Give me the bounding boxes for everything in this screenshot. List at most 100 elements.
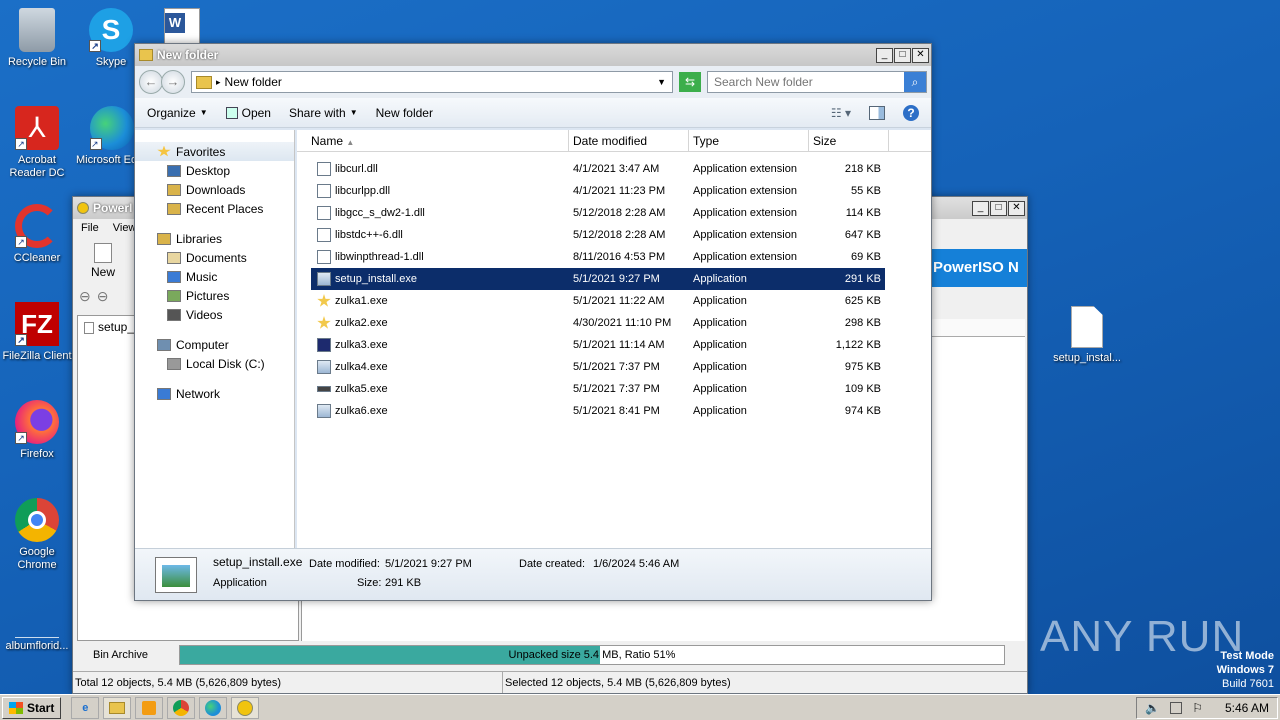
dll-file-icon xyxy=(317,228,331,242)
taskbar-poweriso-icon[interactable] xyxy=(231,696,260,719)
share-with-button[interactable]: Share with ▼ xyxy=(289,106,358,120)
maximize-button[interactable]: □ xyxy=(894,47,911,63)
taskbar-explorer-icon[interactable] xyxy=(103,696,132,719)
nav-item-documents[interactable]: Documents xyxy=(135,248,294,267)
desktop-icon-acrobat[interactable]: ⅄ ↗ Acrobat Reader DC xyxy=(0,106,74,180)
file-row[interactable]: setup_install.exe 5/1/2021 9:27 PM Applica… xyxy=(311,268,885,290)
nav-item-recent-places[interactable]: Recent Places xyxy=(135,199,294,218)
desktop-icon-firefox[interactable]: ↗ Firefox xyxy=(0,400,74,461)
desktop-icon-setup[interactable]: setup_instal... xyxy=(1048,306,1126,365)
menu-file[interactable]: File xyxy=(81,219,99,237)
search-input[interactable] xyxy=(708,75,904,89)
new-button[interactable]: New xyxy=(87,243,119,279)
network-icon xyxy=(157,387,171,400)
breadcrumb-chevron-icon[interactable]: ▸ xyxy=(216,77,221,88)
preview-pane-icon[interactable] xyxy=(869,105,885,120)
file-date-cell: 4/1/2021 11:23 PM xyxy=(573,185,666,197)
music-icon xyxy=(167,270,181,283)
downloads-icon xyxy=(167,183,181,196)
back-icon[interactable]: ⊖ xyxy=(79,288,91,305)
column-type[interactable]: Type xyxy=(689,130,809,151)
nav-item-videos[interactable]: Videos xyxy=(135,305,294,324)
volume-icon[interactable]: 🔈 xyxy=(1145,701,1160,715)
nav-item-network[interactable]: Network xyxy=(135,384,294,403)
views-icon[interactable]: ☷ ▾ xyxy=(831,106,851,120)
column-date[interactable]: Date modified xyxy=(569,130,689,151)
file-row[interactable]: zulka2.exe 4/30/2021 11:10 PM Application 2… xyxy=(311,312,885,334)
forward-button[interactable]: → xyxy=(161,70,185,94)
file-name-cell: zulka3.exe xyxy=(311,338,569,352)
desktop-icon-label: FileZilla Client xyxy=(2,350,72,362)
file-row[interactable]: libwinpthread-1.dll 8/11/2016 4:53 PM Appl… xyxy=(311,246,885,268)
file-row[interactable]: zulka1.exe 5/1/2021 11:22 AM Application 62… xyxy=(311,290,885,312)
start-button[interactable]: Start xyxy=(2,696,62,719)
nav-item-desktop[interactable]: Desktop xyxy=(135,161,294,180)
help-icon[interactable]: ? xyxy=(903,104,919,121)
file-date-cell: 5/1/2021 11:14 AM xyxy=(573,339,665,351)
close-button[interactable]: ✕ xyxy=(1008,200,1025,216)
desktop-icon-ccleaner[interactable]: ↗ CCleaner xyxy=(0,204,74,265)
minimize-button[interactable]: _ xyxy=(876,47,893,63)
file-row[interactable]: libcurl.dll 4/1/2021 3:47 AM Application e… xyxy=(311,158,885,180)
file-row[interactable]: libstdc++-6.dll 5/12/2018 2:28 AM Applicat… xyxy=(311,224,885,246)
new-folder-button[interactable]: New folder xyxy=(376,106,433,120)
progress-text: Unpacked size 5.4 MB, Ratio 51% xyxy=(508,649,676,661)
menu-view[interactable]: View xyxy=(113,219,137,237)
file-row[interactable]: zulka5.exe 5/1/2021 7:37 PM Application 109… xyxy=(311,378,885,400)
nav-item-libraries[interactable]: Libraries xyxy=(135,229,294,248)
column-header: Name ▲ Date modified Type Size xyxy=(297,130,931,152)
flag-icon[interactable]: ⚐ xyxy=(1192,701,1203,715)
nav-item-label: Computer xyxy=(176,337,229,352)
open-button[interactable]: Open xyxy=(225,106,271,120)
taskbar-media-player-icon[interactable] xyxy=(135,696,164,719)
address-dropdown-icon[interactable]: ▼ xyxy=(657,77,666,87)
desktop-icon-label: Microsoft Ed xyxy=(76,154,138,166)
search-icon[interactable]: ⌕ xyxy=(904,72,926,92)
maximize-button[interactable]: □ xyxy=(990,200,1007,216)
file-row[interactable]: zulka3.exe 5/1/2021 11:14 AM Application 1,… xyxy=(311,334,885,356)
column-size[interactable]: Size xyxy=(809,130,889,151)
network-icon[interactable] xyxy=(1170,701,1183,714)
tree-item[interactable]: setup_ xyxy=(84,320,134,334)
nav-item-local-disk-c[interactable]: Local Disk (C:) xyxy=(135,354,294,373)
desktop-icon-chrome[interactable]: Google Chrome xyxy=(0,498,74,572)
clock[interactable]: 5:46 AM xyxy=(1225,701,1269,715)
desktop-icon-album[interactable]: albumflorid... xyxy=(0,618,74,653)
minimize-button[interactable]: _ xyxy=(972,200,989,216)
taskbar-edge-icon[interactable] xyxy=(199,696,228,719)
recent-places-icon xyxy=(167,202,181,215)
local-disk-icon xyxy=(167,357,181,370)
file-name-cell: libstdc++-6.dll xyxy=(311,228,569,242)
close-button[interactable]: ✕ xyxy=(912,47,929,63)
taskbar-ie-icon[interactable]: e xyxy=(71,696,100,719)
breadcrumb-current[interactable]: New folder xyxy=(225,75,282,89)
explorer-window[interactable]: New folder _ □ ✕ ← → ▸ New folder ▼ ⇆ ⌕ … xyxy=(134,43,932,601)
shortcut-arrow-icon: ↗ xyxy=(89,40,101,52)
recycle-bin-icon xyxy=(19,8,55,52)
forward-icon[interactable]: ⊖ xyxy=(97,288,109,305)
column-name[interactable]: Name ▲ xyxy=(297,130,569,151)
organize-button[interactable]: Organize ▼ xyxy=(147,106,208,120)
nav-item-music[interactable]: Music xyxy=(135,267,294,286)
explorer-titlebar[interactable]: New folder _ □ ✕ xyxy=(135,44,931,66)
file-name-cell: libgcc_s_dw2-1.dll xyxy=(311,206,569,220)
file-type-cell: Application xyxy=(693,273,747,285)
desktop-icon-filezilla[interactable]: FZ ↗ FileZilla Client xyxy=(0,302,74,363)
address-bar[interactable]: ▸ New folder ▼ xyxy=(191,71,673,93)
nav-item-downloads[interactable]: Downloads xyxy=(135,180,294,199)
file-row[interactable]: zulka6.exe 5/1/2021 8:41 PM Application 974… xyxy=(311,400,885,422)
file-row[interactable]: zulka4.exe 5/1/2021 7:37 PM Application 975… xyxy=(311,356,885,378)
desktop-icon-label: CCleaner xyxy=(13,252,61,264)
taskbar-chrome-icon[interactable] xyxy=(167,696,196,719)
desktop-icon-recycle-bin[interactable]: Recycle Bin xyxy=(0,8,74,69)
word-icon[interactable]: W xyxy=(164,8,200,44)
file-name: libstdc++-6.dll xyxy=(335,229,403,241)
file-row[interactable]: libcurlpp.dll 4/1/2021 11:23 PM Applicatio… xyxy=(311,180,885,202)
nav-item-pictures[interactable]: Pictures xyxy=(135,286,294,305)
nav-item-computer[interactable]: Computer xyxy=(135,335,294,354)
back-button[interactable]: ← xyxy=(139,70,163,94)
nav-item-favorites[interactable]: Favorites xyxy=(135,142,294,161)
refresh-button[interactable]: ⇆ xyxy=(679,72,701,92)
file-row[interactable]: libgcc_s_dw2-1.dll 5/12/2018 2:28 AM Appli… xyxy=(311,202,885,224)
search-box[interactable]: ⌕ xyxy=(707,71,927,93)
